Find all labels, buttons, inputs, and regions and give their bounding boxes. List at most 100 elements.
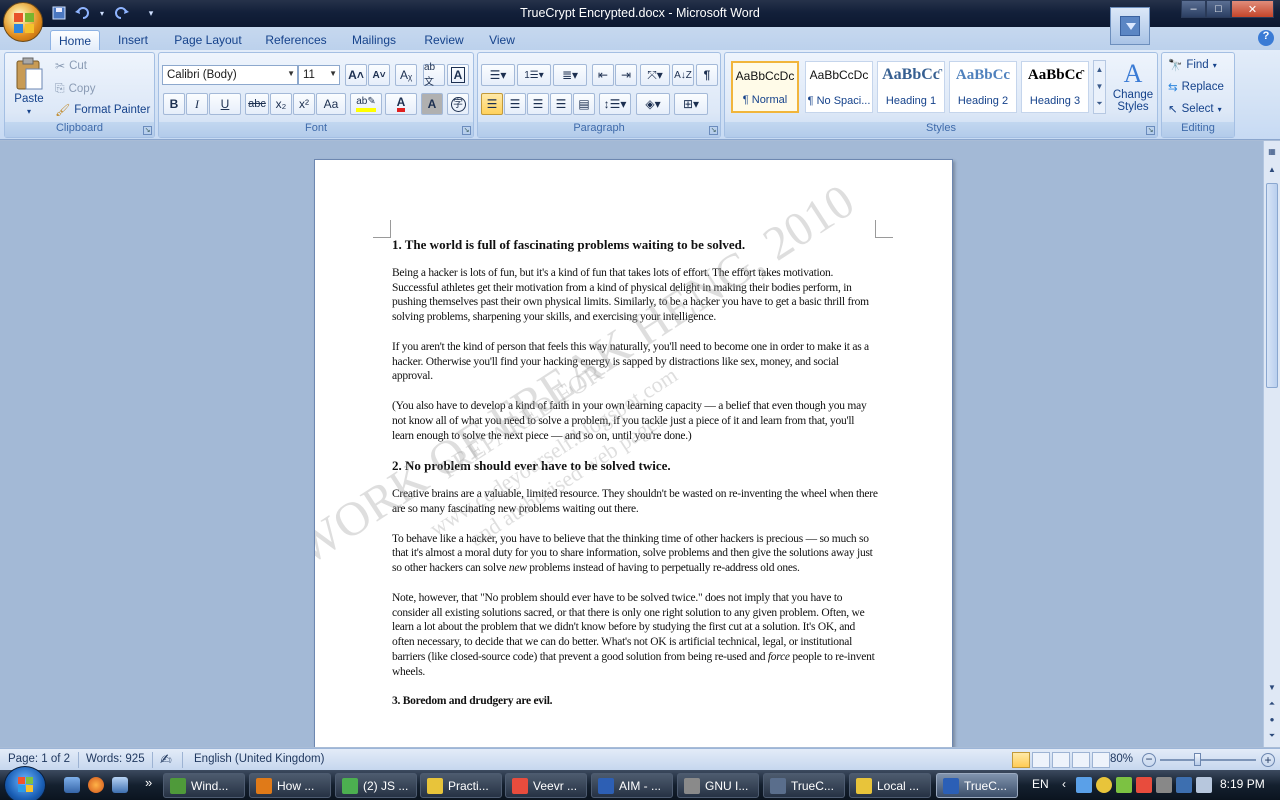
taskbar-item[interactable]: AIM - ...: [591, 773, 673, 798]
scroll-down-icon[interactable]: ▼: [1266, 683, 1278, 697]
font-dialog-launcher-icon[interactable]: ↘: [462, 126, 471, 135]
tab-home[interactable]: Home: [50, 30, 100, 50]
numbering-button[interactable]: 1☰▾: [517, 64, 551, 86]
tab-mailings[interactable]: Mailings: [345, 30, 403, 50]
taskbar-item[interactable]: (2) JS ...: [335, 773, 417, 798]
proofing-icon[interactable]: ✍: [160, 751, 172, 768]
superscript-button[interactable]: x²: [293, 93, 315, 115]
input-language[interactable]: EN: [1032, 777, 1049, 791]
change-styles-button[interactable]: A Change Styles: [1111, 59, 1155, 113]
grow-font-button[interactable]: A˄: [345, 64, 367, 86]
find-button[interactable]: 🔭 Find ▾: [1168, 58, 1217, 72]
character-border-button[interactable]: A: [447, 64, 469, 86]
shading-button[interactable]: ◈▾: [636, 93, 670, 115]
next-page-icon[interactable]: ⏷: [1266, 731, 1278, 745]
browse-object-icon[interactable]: ●: [1266, 715, 1278, 729]
tray-app-icon[interactable]: [1116, 777, 1132, 793]
windows-explorer-icon[interactable]: [112, 777, 128, 793]
document-area[interactable]: 1. The world is full of fascinating prob…: [0, 141, 1263, 747]
volume-icon[interactable]: [1196, 777, 1212, 793]
paragraph-dialog-launcher-icon[interactable]: ↘: [709, 126, 718, 135]
font-color-button[interactable]: A: [385, 93, 417, 115]
select-button[interactable]: ↖ Select ▾: [1168, 102, 1222, 116]
line-spacing-button[interactable]: ↕☰▾: [599, 93, 631, 115]
zoom-slider[interactable]: [1160, 753, 1256, 766]
align-right-button[interactable]: ☰: [527, 93, 549, 115]
style-heading-1[interactable]: AaBbCƈ Heading 1: [877, 61, 945, 113]
scroll-thumb[interactable]: [1266, 183, 1278, 388]
maximize-button[interactable]: □: [1206, 0, 1231, 18]
previous-page-icon[interactable]: ⏶: [1266, 699, 1278, 713]
phonetic-guide-button[interactable]: ab文: [423, 62, 445, 88]
style-no-spacing[interactable]: AaBbCcDc ¶ No Spaci...: [805, 61, 873, 113]
character-shading-button[interactable]: A: [421, 93, 443, 115]
styles-dialog-launcher-icon[interactable]: ↘: [1146, 126, 1155, 135]
taskbar-item[interactable]: GNU I...: [677, 773, 759, 798]
distributed-button[interactable]: ▤: [573, 93, 595, 115]
cut-button[interactable]: ✂ Cut: [55, 59, 87, 73]
zoom-slider-thumb[interactable]: [1194, 753, 1201, 766]
show-desktop-icon[interactable]: [64, 777, 80, 793]
draft-view-icon[interactable]: [1092, 752, 1110, 768]
asian-layout-button[interactable]: ⤧▾: [640, 64, 670, 86]
ruler-toggle-icon[interactable]: ▦: [1266, 147, 1278, 161]
change-case-button[interactable]: Aa: [316, 93, 346, 115]
web-layout-view-icon[interactable]: [1052, 752, 1070, 768]
italic-button[interactable]: I: [186, 93, 208, 115]
styles-gallery-scroll[interactable]: ▲ ▼ ⏷: [1093, 60, 1106, 114]
format-painter-button[interactable]: 🖌 Format Painter: [55, 103, 150, 117]
download-indicator[interactable]: [1110, 7, 1150, 45]
taskbar-item[interactable]: TrueC...: [936, 773, 1018, 798]
tray-expand-icon[interactable]: ‹: [1062, 777, 1066, 791]
bullets-button[interactable]: ☰▾: [481, 64, 515, 86]
strikethrough-button[interactable]: abc: [245, 93, 269, 115]
taskbar-item[interactable]: Wind...: [163, 773, 245, 798]
replace-button[interactable]: ⇆ Replace: [1168, 80, 1224, 94]
sort-button[interactable]: A↓Z: [672, 64, 694, 86]
firefox-icon[interactable]: [88, 777, 104, 793]
office-button[interactable]: [3, 2, 43, 42]
underline-button[interactable]: U: [209, 93, 241, 115]
clock[interactable]: 8:19 PM: [1220, 777, 1265, 791]
tab-references[interactable]: References: [260, 30, 332, 50]
minimize-button[interactable]: –: [1181, 0, 1206, 18]
clear-formatting-button[interactable]: Aᵪ: [395, 64, 417, 86]
justify-button[interactable]: ☰: [550, 93, 572, 115]
font-name-select[interactable]: Calibri (Body) ▼: [162, 65, 298, 85]
increase-indent-button[interactable]: ⇥: [615, 64, 637, 86]
align-left-button[interactable]: ☰: [481, 93, 503, 115]
tab-view[interactable]: View: [482, 30, 522, 50]
subscript-button[interactable]: x₂: [270, 93, 292, 115]
taskbar-item[interactable]: Veevr ...: [505, 773, 587, 798]
font-size-select[interactable]: 11 ▼: [298, 65, 340, 85]
close-button[interactable]: ✕: [1231, 0, 1274, 18]
copy-button[interactable]: ⎘ Copy: [55, 81, 95, 96]
tray-app-icon[interactable]: [1176, 777, 1192, 793]
outline-view-icon[interactable]: [1072, 752, 1090, 768]
tab-review[interactable]: Review: [418, 30, 470, 50]
taskbar-item[interactable]: How ...: [249, 773, 331, 798]
tab-page-layout[interactable]: Page Layout: [170, 30, 246, 50]
scroll-up-icon[interactable]: ▲: [1266, 165, 1278, 179]
vertical-scrollbar[interactable]: ▦ ▲ ▼ ⏶ ● ⏷: [1263, 141, 1280, 747]
word-count[interactable]: Words: 925: [86, 753, 145, 765]
start-button[interactable]: [4, 766, 46, 800]
document-body[interactable]: 1. The world is full of fascinating prob…: [392, 237, 878, 724]
paste-button[interactable]: Paste ▾: [9, 57, 49, 116]
page-count[interactable]: Page: 1 of 2: [8, 753, 70, 765]
language[interactable]: English (United Kingdom): [194, 753, 324, 765]
decrease-indent-button[interactable]: ⇤: [592, 64, 614, 86]
print-layout-view-icon[interactable]: [1012, 752, 1030, 768]
style-normal[interactable]: AaBbCcDc ¶ Normal: [731, 61, 799, 113]
zoom-out-icon[interactable]: −: [1142, 753, 1156, 767]
enclose-characters-button[interactable]: 字: [447, 93, 469, 115]
full-screen-reading-view-icon[interactable]: [1032, 752, 1050, 768]
highlight-button[interactable]: ab✎: [350, 93, 382, 115]
zoom-in-icon[interactable]: +: [1261, 753, 1275, 767]
style-heading-2[interactable]: AaBbCc Heading 2: [949, 61, 1017, 113]
taskbar-item[interactable]: TrueC...: [763, 773, 845, 798]
network-icon[interactable]: [1076, 777, 1092, 793]
tab-insert[interactable]: Insert: [110, 30, 156, 50]
align-center-button[interactable]: ☰: [504, 93, 526, 115]
show-formatting-button[interactable]: ¶: [696, 64, 718, 86]
